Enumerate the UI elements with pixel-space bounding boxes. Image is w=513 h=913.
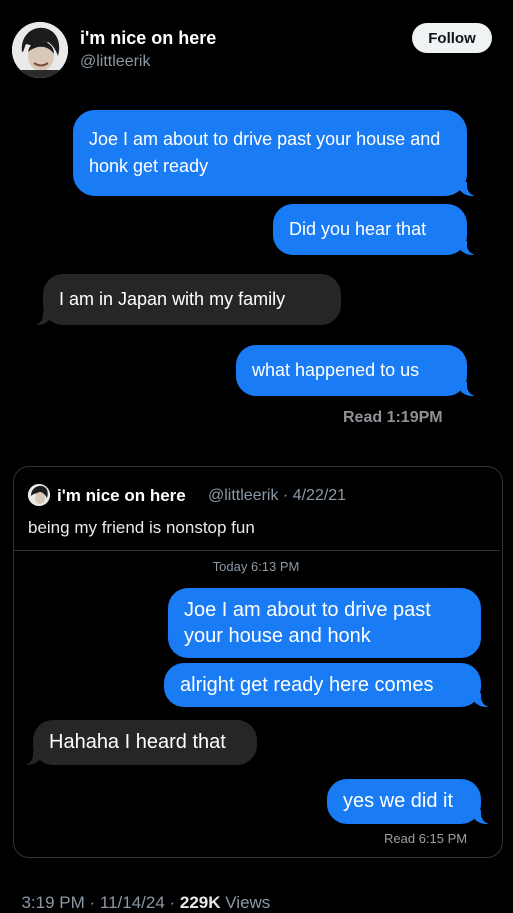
message-text: what happened to us <box>252 360 420 380</box>
avatar[interactable] <box>12 22 68 78</box>
tweet-footer: 3:19 PM · 11/14/24 · 229K Views <box>12 873 270 913</box>
author-name[interactable]: i'm nice on here <box>80 28 216 49</box>
quote-text: being my friend is nonstop fun <box>28 518 255 537</box>
message-text: alright get ready here comes <box>180 673 434 696</box>
views-count: 229K <box>179 893 221 912</box>
message-text: Joe I am about to drive past your house … <box>184 599 431 647</box>
message-text: Hahaha I heard that <box>49 731 226 753</box>
message-bubble-2: Did you hear that <box>273 204 481 255</box>
quote-avatar <box>28 484 50 506</box>
message-text: yes we did it <box>343 790 454 812</box>
quote-divider <box>14 550 500 551</box>
read-receipt: Read 1:19PM <box>343 409 443 426</box>
message-text: Joe I am about to drive past your house … <box>89 129 441 176</box>
quote-message-2: alright get ready here comes <box>164 663 495 707</box>
quote-timestamp: Today 6:13 PM <box>212 559 300 574</box>
quote-message-1: Joe I am about to drive past your house … <box>168 588 481 658</box>
message-text: I am in Japan with my family <box>59 289 286 309</box>
author-handle[interactable]: @littleerik <box>80 53 150 71</box>
views-label: Views <box>220 893 271 912</box>
quote-author-name[interactable]: i'm nice on here <box>57 486 186 506</box>
message-bubble-3: I am in Japan with my family <box>29 274 341 325</box>
message-bubble-4: what happened to us <box>236 345 481 396</box>
quote-message-4: yes we did it <box>327 779 495 824</box>
message-text: Did you hear that <box>289 219 427 239</box>
message-bubble-1: Joe I am about to drive past your house … <box>73 110 481 196</box>
quote-message-3: Hahaha I heard that <box>19 720 257 765</box>
follow-button[interactable]: Follow <box>412 23 492 53</box>
quote-meta: @littleerik · 4/22/21 <box>208 487 347 504</box>
tweet-timestamp[interactable]: 3:19 PM · 11/14/24 · <box>21 893 179 912</box>
quote-read-receipt: Read 6:15 PM <box>384 831 468 846</box>
